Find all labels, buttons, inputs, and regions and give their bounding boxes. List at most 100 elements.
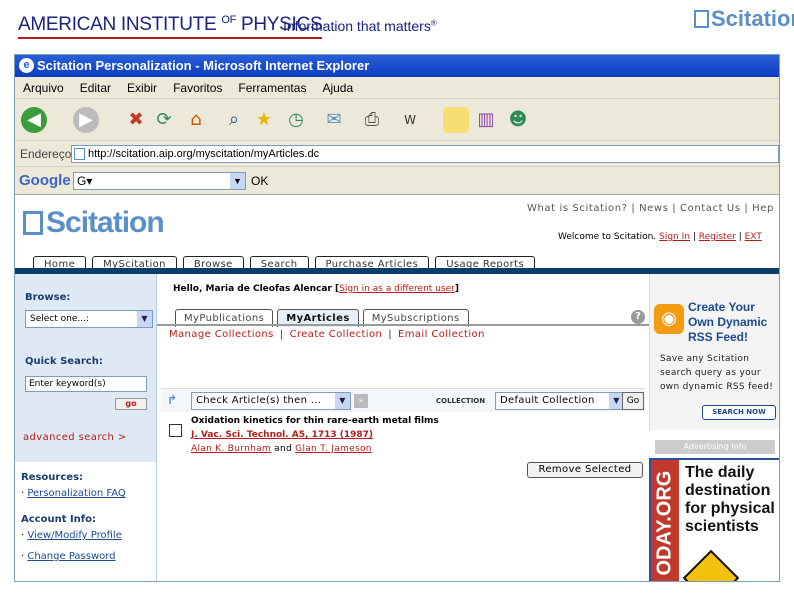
browser-window: e Scitation Personalization - Microsoft …	[14, 54, 780, 582]
title-bar: e Scitation Personalization - Microsoft …	[15, 55, 779, 77]
document-icon	[23, 211, 43, 235]
action-select[interactable]: Check Article(s) then ... ▼	[191, 392, 351, 410]
ad-side-stripe: ODAY.ORG	[651, 460, 679, 581]
personalization-faq-link[interactable]: Personalization FAQ	[27, 488, 125, 499]
advanced-search-link[interactable]: advanced search >	[23, 432, 127, 443]
menu-ferramentas[interactable]: Ferramentas	[238, 81, 306, 95]
author-link[interactable]: Alan K. Burnham	[191, 444, 271, 454]
article-citation-link[interactable]: J. Vac. Sci. Technol. A5, 1713 (1987)	[191, 430, 373, 440]
email-collection-link[interactable]: Email Collection	[398, 329, 485, 340]
page-icon	[74, 148, 85, 160]
chevron-down-icon[interactable]: ▼	[230, 173, 245, 189]
browse-heading: Browse:	[25, 292, 71, 303]
history-icon[interactable]: ◷	[283, 107, 309, 133]
document-icon	[694, 10, 709, 28]
menu-favoritos[interactable]: Favoritos	[173, 81, 222, 95]
browse-select[interactable]: Select one...: ▼	[25, 310, 153, 328]
quick-search-input[interactable]: Enter keyword(s)	[25, 376, 147, 392]
print-icon[interactable]: ⎙	[359, 107, 385, 133]
resources-heading: Resources:	[21, 472, 84, 483]
collection-label: COLLECTION	[436, 397, 486, 405]
manage-collections-link[interactable]: Manage Collections	[169, 329, 274, 340]
top-links[interactable]: What is Scitation? | News | Contact Us |…	[527, 203, 774, 214]
mail-icon[interactable]: ✉	[321, 107, 347, 133]
sidebar-item-faq: · Personalization FAQ	[21, 488, 126, 499]
google-toolbar: Google G▾ ▼ OK	[15, 167, 779, 195]
article-checkbox[interactable]	[169, 424, 182, 437]
action-go-button[interactable]: »	[354, 394, 368, 408]
home-icon[interactable]: ⌂	[183, 107, 209, 133]
research-icon[interactable]: ▥	[473, 107, 499, 133]
menu-arquivo[interactable]: Arquivo	[23, 81, 64, 95]
welcome-text: Welcome to Scitation. Sign In | Register…	[558, 232, 762, 242]
messenger-icon[interactable]: ☻	[505, 107, 531, 133]
article-title: Oxidation kinetics for thin rare-earth m…	[191, 416, 439, 426]
sidebar-item-password: · Change Password	[21, 551, 116, 562]
subtab-divider	[157, 324, 649, 326]
search-now-button[interactable]: SEARCH NOW	[702, 405, 776, 420]
nav-tabs: Home MyScitation Browse Search Purchase Arti…	[33, 252, 541, 273]
collection-links: Manage Collections | Create Collection | Ema…	[169, 329, 485, 340]
rss-promo: ◉ Create Your Own Dynamic RSS Feed! Save a…	[649, 274, 779, 430]
main-content: Hello, Maria de Cleofas Alencar [Sign in…	[157, 274, 649, 581]
remove-selected-button[interactable]: Remove Selected	[527, 462, 643, 478]
search-icon[interactable]: ⌕	[221, 107, 247, 133]
google-logo: Google	[19, 172, 71, 189]
list-item: Oxidation kinetics for thin rare-earth m…	[161, 414, 645, 458]
sign-in-different-user-link[interactable]: Sign in as a different user	[339, 284, 455, 294]
help-icon[interactable]: ?	[631, 310, 645, 324]
right-column: ◉ Create Your Own Dynamic RSS Feed! Save a…	[649, 274, 779, 581]
google-search-input[interactable]: G▾ ▼	[73, 172, 246, 190]
favorites-icon[interactable]: ★	[251, 107, 277, 133]
menu-editar[interactable]: Editar	[80, 81, 111, 95]
chevron-down-icon[interactable]: ▼	[137, 311, 152, 327]
hello-text: Hello, Maria de Cleofas Alencar [Sign in…	[173, 284, 459, 294]
action-bar: ↱ Check Article(s) then ... ▼ » COLLECTIO…	[161, 388, 645, 412]
forward-icon[interactable]: ▶	[73, 107, 99, 133]
ie-icon: e	[19, 58, 34, 73]
chevron-down-icon[interactable]: ▼	[335, 393, 350, 409]
toolbar: ◀ ▶ ✖ ⟳ ⌂ ⌕ ★ ◷ ✉ ⎙ W ▥ ☻	[15, 99, 779, 141]
menu-exibir[interactable]: Exibir	[127, 81, 157, 95]
menu-ajuda[interactable]: Ajuda	[322, 81, 353, 95]
note-icon[interactable]	[443, 107, 469, 133]
aip-logo: AMERICAN INSTITUTE OF PHYSICS	[18, 14, 323, 39]
view-profile-link[interactable]: View/Modify Profile	[27, 530, 122, 541]
scitation-brand-logo: Scitation	[694, 6, 794, 32]
web-page: Scitation What is Scitation? | News | Co…	[15, 196, 779, 581]
sidebar-lower: Resources: · Personalization FAQ Account…	[15, 462, 157, 581]
ad-headline: The daily destination for physical scien…	[685, 464, 775, 535]
author-link[interactable]: Glan T. Jameson	[295, 444, 372, 454]
advertising-info-link[interactable]: Advertising Info	[655, 440, 775, 454]
rss-text: Save any Scitation search query as your …	[660, 354, 774, 392]
address-label: Endereço	[20, 147, 72, 161]
register-link[interactable]: Register	[699, 232, 736, 242]
scitation-logo[interactable]: Scitation	[23, 206, 165, 240]
aip-tagline: Information that matters®	[283, 18, 437, 34]
collection-select[interactable]: Default Collection ▼	[495, 392, 625, 410]
account-heading: Account Info:	[21, 514, 97, 525]
address-bar: Endereço http://scitation.aip.org/myscit…	[15, 141, 779, 167]
back-icon[interactable]: ◀	[21, 107, 47, 133]
collection-go-button[interactable]: Go	[622, 392, 644, 410]
menu-bar: Arquivo Editar Exibir Favoritos Ferramentas A…	[15, 77, 779, 99]
google-ok-button[interactable]: OK	[251, 174, 268, 188]
rss-icon: ◉	[654, 304, 684, 334]
quick-search-heading: Quick Search:	[25, 356, 103, 367]
warning-sign-icon	[682, 549, 740, 581]
sign-in-link[interactable]: Sign In	[659, 232, 690, 242]
edit-icon[interactable]: W	[397, 107, 423, 133]
sidebar-item-profile: · View/Modify Profile	[21, 530, 122, 541]
create-collection-link[interactable]: Create Collection	[290, 329, 383, 340]
advertisement-banner[interactable]: ODAY.ORG The daily destination for physi…	[649, 458, 779, 581]
arrow-up-icon: ↱	[167, 393, 178, 407]
left-sidebar: Browse: Select one...: ▼ Quick Search: En…	[15, 274, 157, 581]
rss-title: Create Your Own Dynamic RSS Feed!	[688, 300, 768, 344]
ext-link[interactable]: EXT	[745, 232, 762, 242]
go-button[interactable]: go	[115, 398, 147, 410]
change-password-link[interactable]: Change Password	[27, 551, 115, 562]
stop-icon[interactable]: ✖	[123, 107, 149, 133]
refresh-icon[interactable]: ⟳	[151, 107, 177, 133]
article-authors: Alan K. Burnham and Glan T. Jameson	[191, 444, 372, 454]
address-input[interactable]: http://scitation.aip.org/myscitation/myA…	[71, 145, 779, 163]
